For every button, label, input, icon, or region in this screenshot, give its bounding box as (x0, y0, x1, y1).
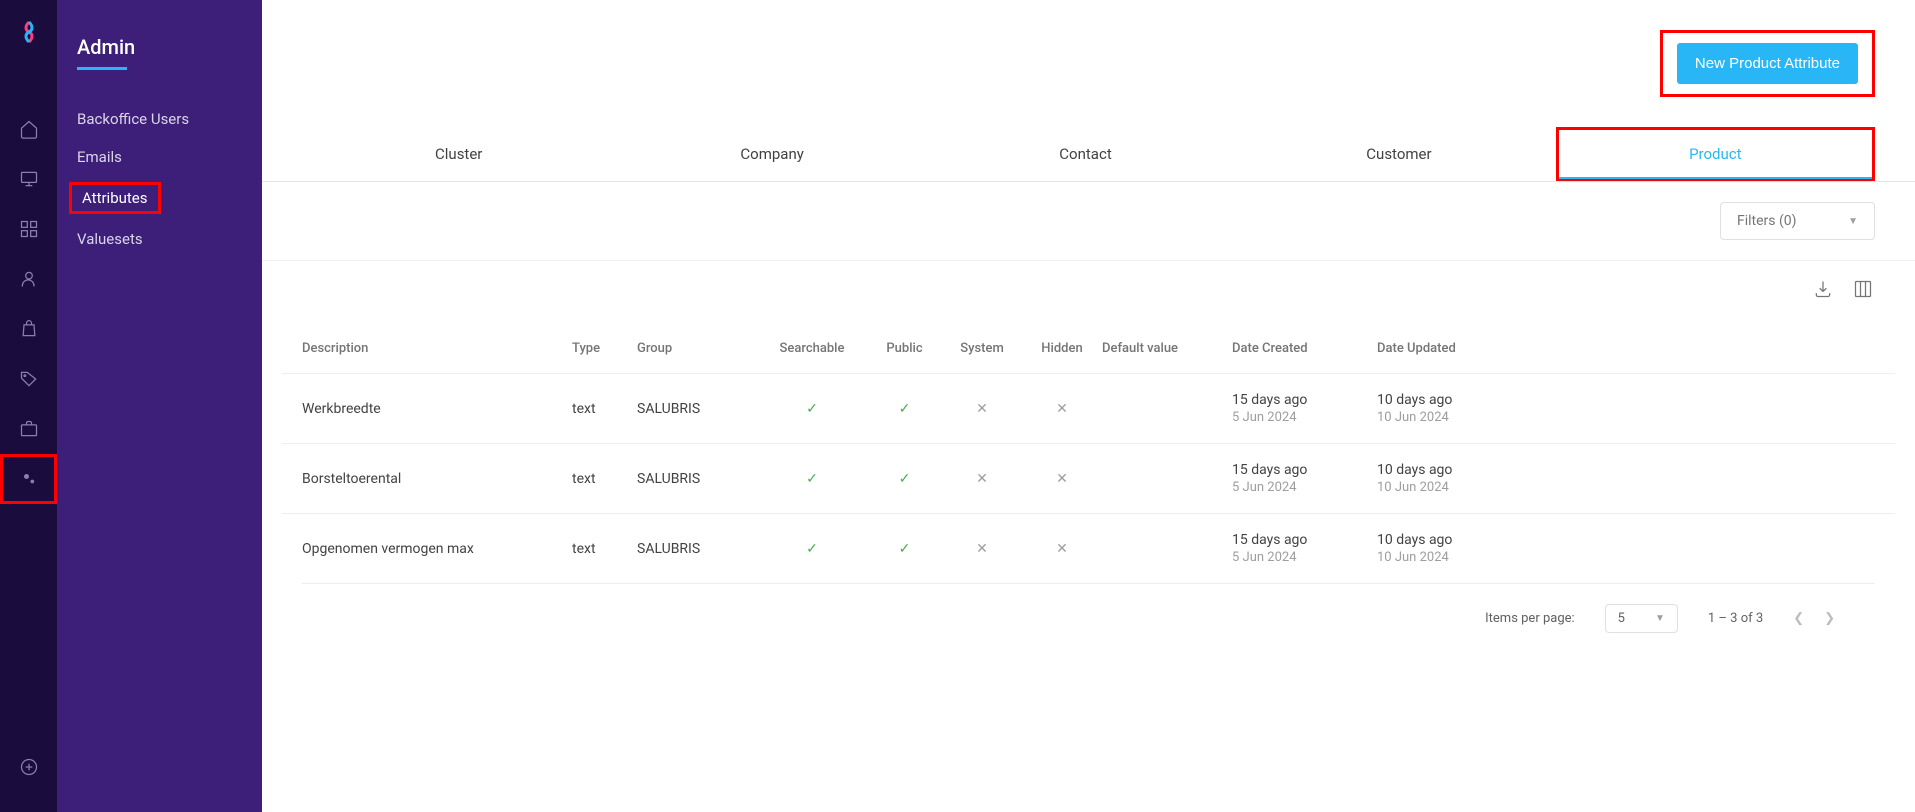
table-row[interactable]: Werkbreedte text SALUBRIS ✓ ✓ ✕ ✕ 15 day… (282, 373, 1895, 443)
tab-company[interactable]: Company (615, 127, 928, 181)
check-icon: ✓ (867, 471, 942, 487)
download-icon[interactable] (1813, 279, 1833, 303)
table-row[interactable]: Borsteltoerental text SALUBRIS ✓ ✓ ✕ ✕ 1… (282, 443, 1895, 513)
check-icon: ✓ (757, 541, 867, 557)
sidebar-underline (77, 67, 127, 70)
cell-updated: 10 days ago 10 Jun 2024 (1377, 532, 1522, 565)
page-range: 1 – 3 of 3 (1708, 611, 1763, 626)
cell-description: Opgenomen vermogen max (302, 541, 572, 557)
tab-bar: Cluster Company Contact Customer Product (262, 127, 1915, 182)
cell-created: 15 days ago 5 Jun 2024 (1232, 392, 1377, 425)
cell-created: 15 days ago 5 Jun 2024 (1232, 532, 1377, 565)
sidebar: Admin Backoffice Users Emails Attributes… (57, 0, 262, 812)
col-created: Date Created (1232, 341, 1377, 356)
col-public: Public (867, 341, 942, 356)
table-action-icons (262, 261, 1915, 313)
check-icon: ✓ (757, 401, 867, 417)
sidebar-item-emails[interactable]: Emails (57, 138, 262, 176)
filters-row: Filters (0) ▼ (262, 182, 1915, 261)
cross-icon: ✕ (942, 471, 1022, 487)
icon-rail (0, 0, 57, 812)
page-nav: ❮ ❯ (1793, 611, 1835, 626)
top-action-bar: New Product Attribute (262, 0, 1915, 117)
tab-cluster[interactable]: Cluster (302, 127, 615, 181)
check-icon: ✓ (867, 541, 942, 557)
app-logo (17, 20, 41, 44)
cell-created: 15 days ago 5 Jun 2024 (1232, 462, 1377, 495)
attributes-table: Description Type Group Searchable Public… (282, 323, 1895, 653)
col-default: Default value (1102, 341, 1232, 356)
sidebar-title: Admin (57, 35, 262, 67)
cell-updated: 10 days ago 10 Jun 2024 (1377, 462, 1522, 495)
sidebar-item-valuesets[interactable]: Valuesets (57, 220, 262, 258)
sidebar-item-backoffice-users[interactable]: Backoffice Users (57, 100, 262, 138)
add-icon[interactable] (0, 742, 57, 792)
settings-icon[interactable] (0, 454, 57, 504)
new-button-highlight: New Product Attribute (1660, 30, 1875, 97)
col-searchable: Searchable (757, 341, 867, 356)
cell-type: text (572, 401, 637, 417)
tag-icon[interactable] (0, 354, 57, 404)
table-header: Description Type Group Searchable Public… (282, 323, 1895, 373)
page-size-dropdown[interactable]: 5 ▼ (1605, 604, 1678, 633)
columns-icon[interactable] (1853, 279, 1873, 303)
grid-icon[interactable] (0, 204, 57, 254)
next-page-button[interactable]: ❯ (1824, 611, 1835, 626)
cell-group: SALUBRIS (637, 541, 757, 557)
col-group: Group (637, 341, 757, 356)
monitor-icon[interactable] (0, 154, 57, 204)
cell-type: text (572, 541, 637, 557)
cell-type: text (572, 471, 637, 487)
cross-icon: ✕ (1022, 541, 1102, 557)
col-type: Type (572, 341, 637, 356)
col-system: System (942, 341, 1022, 356)
cross-icon: ✕ (1022, 471, 1102, 487)
check-icon: ✓ (867, 401, 942, 417)
new-product-attribute-button[interactable]: New Product Attribute (1677, 43, 1858, 84)
chevron-down-icon: ▼ (1848, 216, 1858, 227)
tab-customer[interactable]: Customer (1242, 127, 1555, 181)
cell-group: SALUBRIS (637, 471, 757, 487)
chevron-down-icon: ▼ (1655, 613, 1665, 624)
cross-icon: ✕ (1022, 401, 1102, 417)
sidebar-item-attributes[interactable]: Attributes (69, 182, 161, 214)
briefcase-icon[interactable] (0, 404, 57, 454)
prev-page-button[interactable]: ❮ (1793, 611, 1804, 626)
cross-icon: ✕ (942, 401, 1022, 417)
tab-product[interactable]: Product (1556, 127, 1875, 181)
cell-description: Werkbreedte (302, 401, 572, 417)
pagination: Items per page: 5 ▼ 1 – 3 of 3 ❮ ❯ (302, 583, 1875, 653)
cross-icon: ✕ (942, 541, 1022, 557)
home-icon[interactable] (0, 104, 57, 154)
check-icon: ✓ (757, 471, 867, 487)
cell-group: SALUBRIS (637, 401, 757, 417)
cell-description: Borsteltoerental (302, 471, 572, 487)
col-hidden: Hidden (1022, 341, 1102, 356)
bag-icon[interactable] (0, 304, 57, 354)
tab-contact[interactable]: Contact (929, 127, 1242, 181)
main-content: New Product Attribute Cluster Company Co… (262, 0, 1915, 812)
filters-label: Filters (0) (1737, 213, 1797, 229)
col-description: Description (302, 341, 572, 356)
col-updated: Date Updated (1377, 341, 1522, 356)
cell-updated: 10 days ago 10 Jun 2024 (1377, 392, 1522, 425)
user-icon[interactable] (0, 254, 57, 304)
items-per-page-label: Items per page: (1485, 611, 1575, 626)
filters-dropdown[interactable]: Filters (0) ▼ (1720, 202, 1875, 240)
table-row[interactable]: Opgenomen vermogen max text SALUBRIS ✓ ✓… (282, 513, 1895, 583)
